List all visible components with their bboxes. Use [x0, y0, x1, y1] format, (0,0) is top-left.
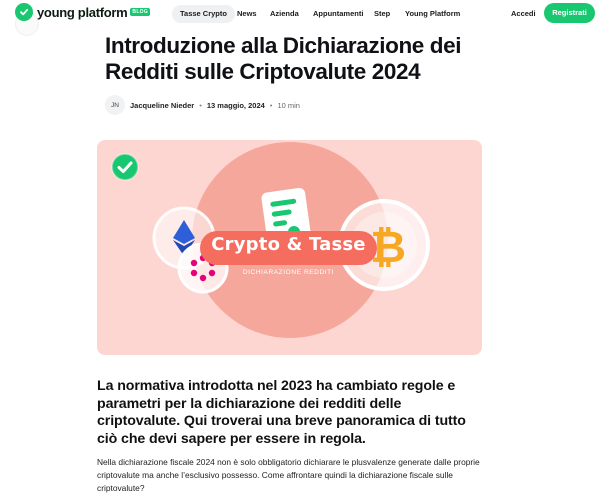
article-meta: JN Jacqueline Nieder • 13 maggio, 2024 •…: [105, 95, 300, 115]
brand-logo[interactable]: young platform BLOG: [15, 3, 151, 21]
article-body: Nella dichiarazione fiscale 2024 non è s…: [97, 457, 480, 494]
nav-item-step[interactable]: Step: [374, 5, 390, 23]
top-navigation: young platform BLOG Tasse Crypto News Az…: [0, 0, 610, 28]
blog-badge: BLOG: [130, 8, 151, 16]
hero-image: ₿ Crypto & Tasse DICHIARAZIONE REDDITI: [97, 140, 482, 355]
hero-headline: Crypto & Tasse: [211, 234, 366, 255]
author-name[interactable]: Jacqueline Nieder: [130, 101, 194, 110]
nav-item-young-platform[interactable]: Young Platform: [405, 5, 460, 23]
check-logo-icon: [15, 3, 33, 21]
separator-dot: •: [199, 100, 202, 110]
page-title: Introduzione alla Dichiarazione dei Redd…: [105, 33, 462, 84]
register-button[interactable]: Registrati: [544, 3, 595, 23]
nav-item-appuntamenti[interactable]: Appuntamenti: [313, 5, 363, 23]
logo-text: young platform: [37, 4, 128, 20]
read-time: 10 min: [277, 100, 300, 110]
login-link[interactable]: Accedi: [511, 5, 536, 23]
nav-item-tasse-crypto[interactable]: Tasse Crypto: [172, 5, 235, 23]
hero-subheadline: DICHIARAZIONE REDDITI: [242, 269, 335, 276]
nav-item-azienda[interactable]: Azienda: [270, 5, 299, 23]
check-badge-icon: [111, 153, 139, 181]
author-avatar[interactable]: JN: [105, 95, 125, 115]
article-lead: La normativa introdotta nel 2023 ha camb…: [97, 378, 466, 447]
publish-date: 13 maggio, 2024: [206, 100, 265, 110]
separator-dot: •: [269, 100, 273, 110]
nav-item-news[interactable]: News: [237, 5, 257, 23]
